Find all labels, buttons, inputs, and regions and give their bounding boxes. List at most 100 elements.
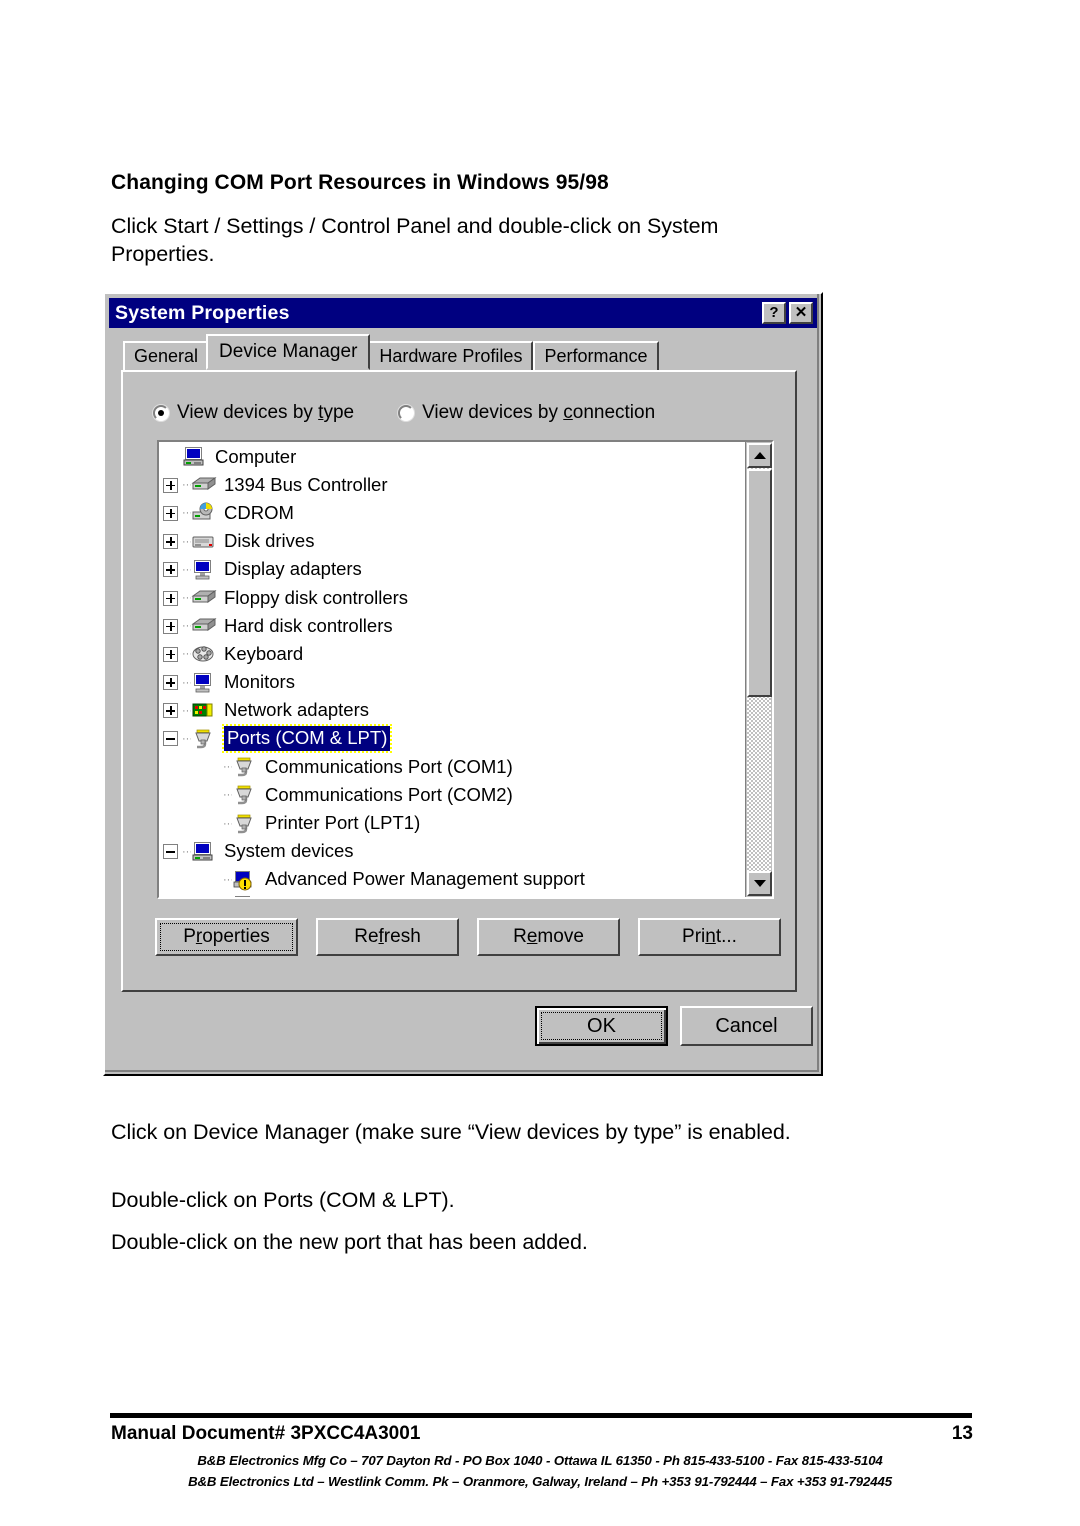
scroll-down-button[interactable] — [747, 871, 772, 896]
tree-item[interactable]: ··· Network adapters — [159, 697, 745, 725]
collapse-icon[interactable] — [163, 844, 178, 860]
collapse-icon[interactable] — [163, 731, 178, 747]
button-label: Remove — [513, 926, 584, 947]
tree-item[interactable]: ···· Direct memory access controller — [159, 894, 745, 897]
radio-view-by-type[interactable]: View devices by type — [153, 402, 354, 424]
port-icon — [232, 784, 258, 806]
expand-icon[interactable] — [163, 675, 178, 691]
scrollbar-thumb[interactable] — [747, 469, 772, 697]
tree-item[interactable]: ··· 1394 Bus Controller — [159, 471, 745, 499]
controller-icon — [191, 615, 217, 637]
tree-connector: ··· — [182, 592, 191, 605]
expand-icon[interactable] — [163, 505, 178, 521]
scroll-up-button[interactable] — [747, 443, 772, 468]
footer-address-ie: B&B Electronics Ltd – Westlink Comm. Pk … — [188, 1474, 892, 1489]
expand-icon[interactable] — [163, 562, 178, 578]
ok-button[interactable]: OK — [535, 1006, 668, 1046]
remove-button[interactable]: Remove — [477, 918, 620, 956]
print-button[interactable]: Print... — [638, 918, 781, 956]
dialog-action-buttons: OK Cancel — [535, 1006, 813, 1046]
device-manager-panel: View devices by type View devices by con… — [121, 370, 797, 992]
tree-connector: ··· — [182, 535, 191, 548]
tree-item[interactable]: ··· CDROM — [159, 499, 745, 527]
tab-hardware-profiles[interactable]: Hardware Profiles — [368, 341, 534, 370]
monitor-icon — [191, 672, 217, 694]
tree-item[interactable]: ···· Advanced Power Management support — [159, 866, 745, 894]
expand-icon[interactable] — [163, 477, 178, 493]
port-icon — [232, 813, 258, 835]
tree-item[interactable]: ··· Keyboard — [159, 640, 745, 668]
tree-item-label: Disk drives — [224, 530, 315, 552]
tree-item[interactable]: ···· Communications Port (COM1) — [159, 753, 745, 781]
network-icon — [191, 700, 217, 722]
properties-button[interactable]: Properties — [155, 918, 298, 956]
cancel-button[interactable]: Cancel — [680, 1006, 813, 1046]
tree-connector: ··· — [182, 845, 191, 858]
tree-connector: ··· — [182, 479, 191, 492]
tree-connector: ···· — [223, 817, 232, 830]
view-mode-radio-group: View devices by type View devices by con… — [153, 402, 655, 424]
tab-general[interactable]: General — [123, 341, 210, 370]
tree-item[interactable]: ··· Hard disk controllers — [159, 612, 745, 640]
help-icon[interactable]: ? — [762, 302, 786, 324]
warning-device-icon — [232, 869, 258, 891]
tree-item[interactable]: ··· Monitors — [159, 669, 745, 697]
controller-icon — [191, 587, 217, 609]
device-tree-listbox[interactable]: Computer···1394 Bus Controller···CDROM··… — [157, 440, 774, 899]
tree-item[interactable]: ··· Display adapters — [159, 556, 745, 584]
radio-unselected-icon[interactable] — [398, 405, 415, 421]
tree-connector: ··· — [182, 648, 191, 661]
close-icon[interactable]: ✕ — [789, 302, 813, 324]
tab-performance[interactable]: Performance — [533, 341, 659, 370]
tree-item[interactable]: Computer — [159, 443, 745, 471]
radio-view-by-connection[interactable]: View devices by connection — [398, 402, 655, 424]
tree-item[interactable]: ···· Communications Port (COM2) — [159, 781, 745, 809]
tree-vertical-scrollbar[interactable] — [745, 442, 772, 897]
tree-item-label: Advanced Power Management support — [265, 868, 585, 890]
expand-icon[interactable] — [163, 618, 178, 634]
tree-connector: ··· — [182, 507, 191, 520]
radio-view-by-connection-label: View devices by connection — [422, 402, 656, 423]
tree-item-label: Communications Port (COM2) — [265, 783, 513, 805]
tree-item-label: System devices — [224, 840, 354, 862]
radio-view-by-type-label: View devices by type — [177, 402, 355, 423]
port-icon — [232, 756, 258, 778]
tab-device-manager[interactable]: Device Manager — [206, 334, 371, 370]
refresh-button[interactable]: Refresh — [316, 918, 459, 956]
device-action-buttons: Properties Refresh Remove Print... — [155, 918, 781, 956]
tree-item-label: Display adapters — [224, 558, 362, 580]
tree-item-label: Hard disk controllers — [224, 614, 393, 636]
tab-strip: General Device Manager Hardware Profiles… — [123, 334, 659, 370]
button-label: Properties — [183, 926, 270, 947]
expand-icon[interactable] — [163, 646, 178, 662]
dialog-title-bar: System Properties ? ✕ — [109, 298, 817, 328]
footer-address-us: B&B Electronics Mfg Co – 707 Dayton Rd -… — [197, 1453, 883, 1468]
footer-document-line: Manual Document# 3PXCC4A3001 13 — [111, 1423, 973, 1445]
device-tree[interactable]: Computer···1394 Bus Controller···CDROM··… — [159, 442, 745, 897]
expand-icon[interactable] — [163, 590, 178, 606]
tree-item-label: Keyboard — [224, 642, 304, 664]
tree-item[interactable]: ··· Ports (COM & LPT) — [159, 724, 745, 754]
system-properties-dialog: System Properties ? ✕ General Device Man… — [103, 292, 823, 1076]
tree-item[interactable]: ···· Printer Port (LPT1) — [159, 809, 745, 837]
tree-item-label: Ports (COM & LPT) — [221, 724, 393, 754]
tree-connector: ··· — [182, 704, 191, 717]
tree-item[interactable]: ··· Disk drives — [159, 528, 745, 556]
footer-document-number: Manual Document# 3PXCC4A3001 — [111, 1423, 421, 1444]
tree-item-label: Network adapters — [224, 699, 369, 721]
radio-selected-icon[interactable] — [153, 405, 169, 421]
tree-connector: ···· — [223, 789, 232, 802]
tree-item[interactable]: ··· Floppy disk controllers — [159, 584, 745, 612]
expand-icon[interactable] — [163, 534, 178, 550]
tree-connector: ··· — [182, 732, 191, 745]
footer-divider — [110, 1413, 972, 1418]
controller-icon — [191, 474, 217, 496]
step-device-manager: Click on Device Manager (make sure “View… — [111, 1120, 791, 1144]
tree-connector: ···· — [223, 761, 232, 774]
expand-icon[interactable] — [163, 703, 178, 719]
tree-item[interactable]: ··· System devices — [159, 838, 745, 866]
button-label: Refresh — [354, 926, 421, 947]
computer-icon — [182, 446, 208, 468]
port-icon — [191, 728, 217, 750]
tree-connector: ··· — [182, 563, 191, 576]
